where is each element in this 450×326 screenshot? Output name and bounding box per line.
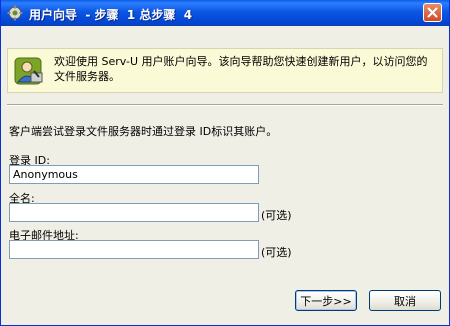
login-id-input[interactable] bbox=[9, 165, 259, 184]
user-wizard-icon bbox=[13, 55, 45, 87]
close-icon bbox=[427, 7, 438, 18]
title-bar: 用户向导 - 步骤 1 总步骤 4 bbox=[1, 0, 449, 26]
header-panel bbox=[1, 26, 449, 48]
wizard-gear-icon bbox=[7, 5, 23, 21]
window-title: 用户向导 - 步骤 1 总步骤 4 bbox=[29, 8, 193, 22]
intro-text: 欢迎使用 Serv-U 用户账户向导。该向导帮助您快速创建新用户，以访问您的文件… bbox=[54, 55, 428, 83]
user-wizard-window: 用户向导 - 步骤 1 总步骤 4 欢迎使用 Serv-U 用户账户向导。该向导… bbox=[0, 0, 450, 326]
full-name-input[interactable] bbox=[9, 203, 259, 222]
full-name-optional: (可选) bbox=[261, 209, 292, 222]
instruction-text: 客户端尝试登录文件服务器时通过登录 ID标识其账户。 bbox=[9, 125, 278, 138]
close-button[interactable] bbox=[423, 3, 442, 22]
intro-box: 欢迎使用 Serv-U 用户账户向导。该向导帮助您快速创建新用户，以访问您的文件… bbox=[7, 48, 443, 93]
email-optional: (可选) bbox=[261, 246, 292, 259]
email-input[interactable] bbox=[9, 240, 259, 259]
next-button[interactable]: 下一步>> bbox=[295, 290, 357, 311]
cancel-button[interactable]: 取消 bbox=[369, 290, 441, 311]
divider bbox=[7, 104, 443, 106]
